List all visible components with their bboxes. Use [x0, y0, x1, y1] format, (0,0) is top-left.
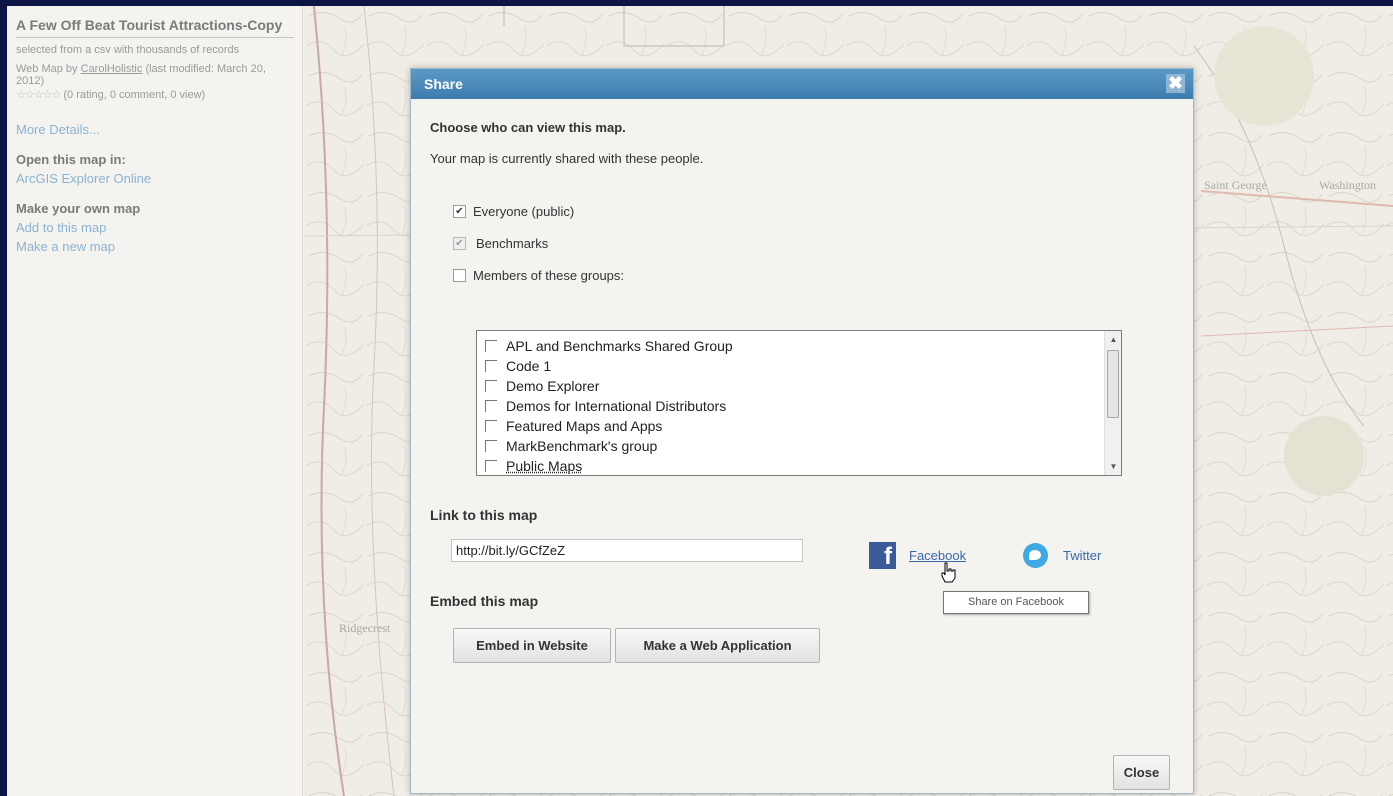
- app-window: A Few Off Beat Tourist Attractions-Copy …: [7, 6, 1393, 796]
- benchmarks-checkbox: ✔: [453, 237, 466, 250]
- group-label: Code 1: [506, 358, 552, 374]
- scroll-up-icon[interactable]: ▲: [1105, 331, 1121, 348]
- groups-scrollbar[interactable]: ▲ ▼: [1104, 331, 1121, 475]
- map-link-field[interactable]: [451, 539, 803, 562]
- everyone-option[interactable]: ✔ Everyone (public): [453, 204, 574, 219]
- group-checkbox[interactable]: [485, 340, 497, 352]
- everyone-label: Everyone (public): [473, 204, 575, 219]
- scroll-thumb[interactable]: [1107, 350, 1119, 418]
- facebook-icon[interactable]: f: [869, 542, 896, 570]
- owner-link[interactable]: CarolHolistic: [81, 63, 143, 75]
- group-label: Demos for International Distributors: [506, 398, 727, 414]
- dialog-titlebar[interactable]: Share ✖: [411, 69, 1193, 99]
- open-map-heading: Open this map in:: [16, 152, 126, 167]
- benchmarks-label: Benchmarks: [476, 236, 549, 251]
- rating-stars-icon[interactable]: ☆☆☆☆☆: [16, 89, 61, 101]
- group-label: MarkBenchmark's group: [506, 438, 658, 454]
- group-checkbox[interactable]: [485, 380, 497, 392]
- group-checkbox[interactable]: [485, 360, 497, 372]
- benchmarks-option: ✔ Benchmarks: [453, 236, 548, 251]
- members-option[interactable]: Members of these groups:: [453, 268, 624, 283]
- members-checkbox[interactable]: [453, 269, 466, 282]
- group-checkbox[interactable]: [485, 440, 497, 452]
- group-label: Public Maps: [506, 458, 583, 474]
- meta-prefix: Web Map by: [16, 63, 78, 75]
- group-checkbox[interactable]: [485, 400, 497, 412]
- scroll-down-icon[interactable]: ▼: [1105, 458, 1121, 475]
- list-item[interactable]: Public Maps: [477, 456, 1121, 475]
- list-item[interactable]: Demo Explorer: [477, 376, 1121, 396]
- list-item[interactable]: Featured Maps and Apps: [477, 416, 1121, 436]
- group-label: Featured Maps and Apps: [506, 418, 663, 434]
- make-web-app-button[interactable]: Make a Web Application: [615, 628, 820, 663]
- make-new-map-link[interactable]: Make a new map: [16, 237, 294, 256]
- link-heading: Link to this map: [430, 507, 538, 523]
- facebook-tooltip: Share on Facebook: [943, 591, 1089, 614]
- open-explorer-link[interactable]: ArcGIS Explorer Online: [16, 169, 294, 188]
- embed-heading: Embed this map: [430, 593, 539, 609]
- rating-text: (0 rating, 0 comment, 0 view): [63, 89, 206, 101]
- rating: ☆☆☆☆☆ (0 rating, 0 comment, 0 view): [16, 89, 294, 102]
- group-label: APL and Benchmarks Shared Group: [506, 338, 733, 354]
- twitter-icon[interactable]: [1023, 543, 1048, 568]
- embed-in-website-button[interactable]: Embed in Website: [453, 628, 611, 663]
- map-details-sidebar: A Few Off Beat Tourist Attractions-Copy …: [7, 6, 303, 796]
- add-to-map-link[interactable]: Add to this map: [16, 218, 294, 237]
- map-label-ridgecrest: Ridgecrest: [339, 621, 391, 635]
- twitter-share[interactable]: Twitter: [1023, 543, 1101, 568]
- share-heading: Choose who can view this map.: [430, 120, 626, 135]
- more-details-link[interactable]: More Details...: [16, 120, 294, 139]
- list-item[interactable]: Code 1: [477, 356, 1121, 376]
- map-label-washington: Washington: [1319, 178, 1377, 192]
- dialog-title: Share: [424, 76, 463, 92]
- map-description: selected from a csv with thousands of re…: [16, 44, 240, 56]
- groups-list[interactable]: APL and Benchmarks Shared Group Code 1 D…: [476, 330, 1122, 476]
- list-item[interactable]: Demos for International Distributors: [477, 396, 1121, 416]
- hand-cursor-icon: [941, 562, 956, 583]
- group-checkbox[interactable]: [485, 460, 497, 472]
- share-subheading: Your map is currently shared with these …: [430, 151, 704, 166]
- group-label: Demo Explorer: [506, 378, 600, 394]
- members-label: Members of these groups:: [473, 268, 625, 283]
- close-icon[interactable]: ✖: [1166, 74, 1185, 93]
- close-button[interactable]: Close: [1113, 755, 1170, 790]
- map-label-saint-george: Saint George: [1204, 178, 1267, 192]
- make-map-heading: Make your own map: [16, 201, 141, 216]
- twitter-link[interactable]: Twitter: [1063, 548, 1101, 563]
- map-meta: Web Map by CarolHolistic (last modified:…: [16, 63, 294, 87]
- everyone-checkbox[interactable]: ✔: [453, 205, 466, 218]
- list-item[interactable]: APL and Benchmarks Shared Group: [477, 336, 1121, 356]
- map-title: A Few Off Beat Tourist Attractions-Copy: [16, 16, 294, 38]
- share-dialog: Share ✖ Choose who can view this map. Yo…: [410, 68, 1194, 794]
- group-checkbox[interactable]: [485, 420, 497, 432]
- list-item[interactable]: MarkBenchmark's group: [477, 436, 1121, 456]
